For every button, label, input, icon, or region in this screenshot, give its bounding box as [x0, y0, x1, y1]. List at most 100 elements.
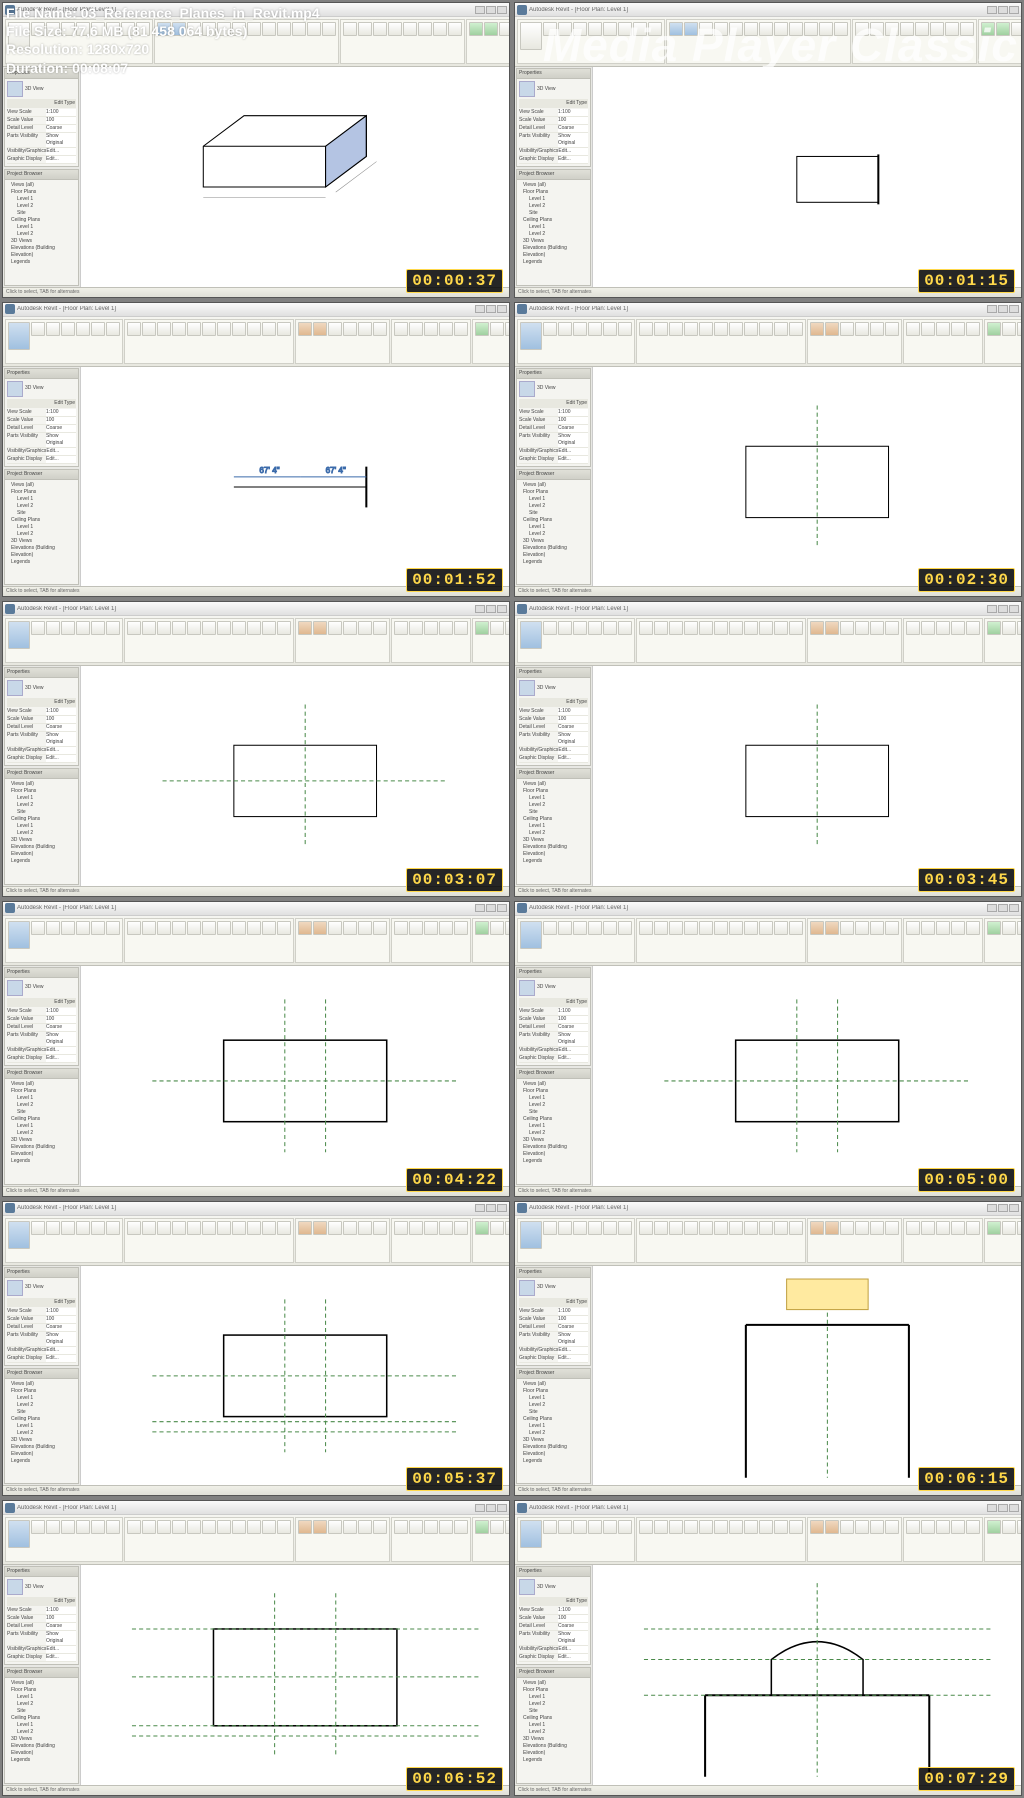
ribbon-button[interactable] [46, 921, 60, 935]
ribbon-button[interactable] [759, 921, 773, 935]
tree-item[interactable]: Level 2 [7, 1130, 76, 1137]
ribbon-button[interactable] [277, 621, 291, 635]
tree-item[interactable]: 3D Views [7, 1736, 76, 1743]
ribbon-button[interactable] [936, 921, 950, 935]
tree-item[interactable]: Level 1 [519, 1423, 588, 1430]
ribbon-button[interactable] [505, 921, 510, 935]
window-controls[interactable] [475, 305, 507, 313]
ribbon-button[interactable] [906, 1221, 920, 1235]
tree-item[interactable]: Site [7, 210, 76, 217]
tree-item[interactable]: 3D Views [519, 837, 588, 844]
ribbon-button[interactable] [76, 1221, 90, 1235]
ribbon-button[interactable] [409, 1221, 423, 1235]
ribbon-button[interactable] [729, 621, 743, 635]
ribbon-button[interactable] [855, 621, 869, 635]
thumbnail[interactable]: Autodesk Revit - [Floor Plan: Level 1] P… [2, 901, 510, 1197]
ribbon-button[interactable] [520, 1520, 542, 1548]
tree-item[interactable]: Level 1 [7, 1123, 76, 1130]
ribbon-button[interactable] [603, 1520, 617, 1534]
window-controls[interactable] [475, 605, 507, 613]
ribbon-button[interactable] [774, 1520, 788, 1534]
ribbon-button[interactable] [558, 621, 572, 635]
ribbon-button[interactable] [373, 1221, 387, 1235]
window-controls[interactable] [475, 6, 507, 14]
ribbon-button[interactable] [558, 1221, 572, 1235]
ribbon-button[interactable] [987, 322, 1001, 336]
ribbon-button[interactable] [187, 1221, 201, 1235]
tree-item[interactable]: Elevations (Building Elevation) [519, 844, 588, 858]
ribbon-button[interactable] [490, 621, 504, 635]
tree-item[interactable]: 3D Views [7, 1437, 76, 1444]
ribbon-button[interactable] [987, 621, 1001, 635]
ribbon-button[interactable] [439, 1520, 453, 1534]
ribbon-button[interactable] [810, 1520, 824, 1534]
tree-item[interactable]: Legends [7, 858, 76, 865]
ribbon-button[interactable] [936, 1520, 950, 1534]
ribbon-button[interactable] [76, 1520, 90, 1534]
ribbon-button[interactable] [714, 1520, 728, 1534]
ribbon-button[interactable] [588, 1221, 602, 1235]
ribbon-button[interactable] [684, 921, 698, 935]
tree-item[interactable]: Level 2 [7, 203, 76, 210]
ribbon-button[interactable] [639, 322, 653, 336]
ribbon-button[interactable] [298, 1520, 312, 1534]
window-controls[interactable] [987, 605, 1019, 613]
ribbon-button[interactable] [490, 1520, 504, 1534]
ribbon-button[interactable] [505, 1221, 510, 1235]
ribbon-button[interactable] [358, 621, 372, 635]
ribbon-button[interactable] [409, 921, 423, 935]
tree-item[interactable]: Ceiling Plans [519, 517, 588, 524]
ribbon-button[interactable] [448, 22, 462, 36]
ribbon-button[interactable] [373, 921, 387, 935]
ribbon-button[interactable] [810, 621, 824, 635]
ribbon-button[interactable] [921, 1221, 935, 1235]
ribbon-button[interactable] [46, 1221, 60, 1235]
ribbon-button[interactable] [543, 621, 557, 635]
ribbon-button[interactable] [885, 1221, 899, 1235]
ribbon-button[interactable] [490, 921, 504, 935]
ribbon-button[interactable] [247, 621, 261, 635]
ribbon-button[interactable] [1017, 322, 1022, 336]
tree-item[interactable]: Legends [519, 858, 588, 865]
ribbon-button[interactable] [543, 1520, 557, 1534]
tree-item[interactable]: Site [519, 1109, 588, 1116]
ribbon-button[interactable] [127, 621, 141, 635]
tree-item[interactable]: 3D Views [7, 1137, 76, 1144]
tree-item[interactable]: Elevations (Building Elevation) [7, 844, 76, 858]
drawing-canvas[interactable] [81, 67, 509, 287]
ribbon-button[interactable] [987, 1520, 1001, 1534]
ribbon-button[interactable] [1017, 921, 1022, 935]
ribbon-button[interactable] [46, 621, 60, 635]
ribbon-button[interactable] [543, 322, 557, 336]
ribbon-button[interactable] [885, 921, 899, 935]
ribbon-button[interactable] [639, 1221, 653, 1235]
ribbon-button[interactable] [232, 1221, 246, 1235]
ribbon-button[interactable] [744, 1520, 758, 1534]
tree-item[interactable]: Legends [519, 1158, 588, 1165]
ribbon-button[interactable] [505, 1520, 510, 1534]
ribbon-button[interactable] [573, 621, 587, 635]
ribbon-button[interactable] [8, 1520, 30, 1548]
tree-item[interactable]: 3D Views [7, 837, 76, 844]
tree-item[interactable]: Level 2 [519, 231, 588, 238]
tree-item[interactable]: Elevations (Building Elevation) [7, 245, 76, 259]
ribbon-button[interactable] [172, 621, 186, 635]
ribbon-button[interactable] [774, 322, 788, 336]
ribbon-button[interactable] [654, 621, 668, 635]
ribbon-button[interactable] [966, 1520, 980, 1534]
ribbon-button[interactable] [142, 921, 156, 935]
tree-item[interactable]: Elevations (Building Elevation) [519, 1743, 588, 1757]
drawing-canvas[interactable] [593, 367, 1021, 587]
tree-item[interactable]: Floor Plans [7, 189, 76, 196]
tree-item[interactable]: Ceiling Plans [7, 1116, 76, 1123]
ribbon-button[interactable] [951, 621, 965, 635]
ribbon-button[interactable] [729, 322, 743, 336]
tree-item[interactable]: Level 2 [519, 1701, 588, 1708]
tree-item[interactable]: Floor Plans [519, 189, 588, 196]
ribbon-button[interactable] [951, 921, 965, 935]
ribbon-button[interactable] [454, 1520, 468, 1534]
ribbon-button[interactable] [313, 1221, 327, 1235]
ribbon-button[interactable] [202, 921, 216, 935]
ribbon-button[interactable] [46, 322, 60, 336]
tree-item[interactable]: Site [7, 809, 76, 816]
